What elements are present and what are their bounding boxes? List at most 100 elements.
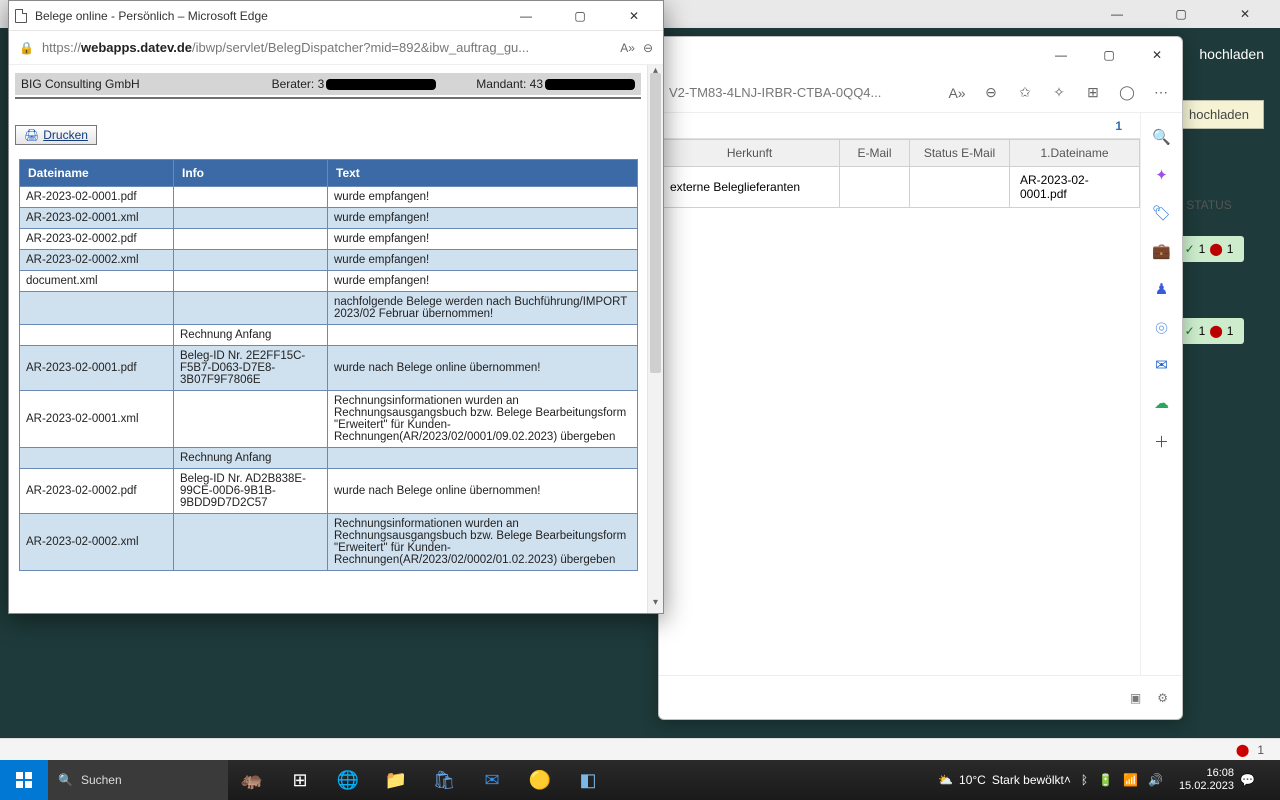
col-status-email[interactable]: Status E-Mail (910, 140, 1010, 167)
collections-icon[interactable]: ⊞ (1082, 84, 1104, 101)
edge2-sidebar: 🔍 ✦ 🏷 💼 ♟ ◎ ✉ ☁ ＋ (1140, 113, 1182, 675)
col-dateiname[interactable]: 1.Dateiname (1010, 140, 1140, 167)
cell (174, 250, 328, 271)
edge2-close-icon[interactable]: ✕ (1134, 39, 1180, 71)
bg-max-icon[interactable]: ▢ (1158, 0, 1204, 30)
edge2-content: 1 Herkunft E-Mail Status E-Mail 1.Datein… (659, 113, 1140, 675)
col-dateiname[interactable]: Dateiname (20, 160, 174, 187)
bg-hochladen-text: hochladen (1199, 46, 1264, 62)
cell (20, 325, 174, 346)
briefcase-icon[interactable]: 💼 (1152, 241, 1172, 261)
edge-icon[interactable]: 🌐 (324, 760, 372, 800)
settings-icon[interactable]: ⚙ (1157, 691, 1168, 705)
status-chip-1: ✓1 ⬤1 (1174, 236, 1244, 262)
col-info[interactable]: Info (174, 160, 328, 187)
taskbar-clock[interactable]: 16:08 15.02.2023 (1173, 767, 1240, 793)
bg-min-icon[interactable]: — (1094, 0, 1140, 30)
search-placeholder: Suchen (81, 773, 122, 787)
onedrive-icon[interactable]: ☁ (1152, 393, 1172, 413)
lock-icon[interactable]: 🔒 (19, 41, 34, 55)
cell (174, 271, 328, 292)
cell: AR-2023-02-0001.xml (20, 391, 174, 448)
panel-icon[interactable]: ▣ (1130, 691, 1141, 705)
games-icon[interactable]: ♟ (1152, 279, 1172, 299)
cell: Beleg-ID Nr. 2E2FF15C-F5B7-D063-D7E8-3B0… (174, 346, 328, 391)
clock-date: 15.02.2023 (1179, 780, 1234, 793)
cell (20, 292, 174, 325)
cell (174, 292, 328, 325)
profile-icon[interactable]: ◯ (1116, 84, 1138, 101)
sparkle-icon[interactable]: ✦ (1152, 165, 1172, 185)
popup-scrollbar[interactable]: ▴ ▾ (647, 65, 663, 613)
popup-close-icon[interactable]: ✕ (611, 0, 657, 32)
chevron-up-icon[interactable]: ˄ (1064, 773, 1071, 787)
cell: wurde empfangen! (328, 271, 638, 292)
hippo-icon[interactable]: 🦛 (228, 760, 276, 800)
more-icon[interactable]: ⋯ (1150, 84, 1172, 101)
battery-icon[interactable]: 🔋 (1098, 773, 1113, 787)
popup-title: Belege online - Persönlich – Microsoft E… (35, 9, 495, 23)
edge2-address-bar[interactable]: V2-TM83-4LNJ-IRBR-CTBA-0QQ4... A» ⊖ ✩ ✧ … (659, 73, 1182, 113)
explorer-icon[interactable]: 📁 (372, 760, 420, 800)
col-text[interactable]: Text (328, 160, 638, 187)
table-row: AR-2023-02-0001.pdfwurde empfangen! (20, 187, 638, 208)
edge2-min-icon[interactable]: — (1038, 39, 1084, 71)
taskbar-search[interactable]: 🔍 Suchen (48, 760, 228, 800)
popup-titlebar[interactable]: Belege online - Persönlich – Microsoft E… (9, 1, 663, 31)
page-icon (15, 9, 27, 23)
alert-icon[interactable]: ⬤ (1236, 743, 1249, 757)
edge2-titlebar: — ▢ ✕ (659, 37, 1182, 73)
weather-temp: 10°C (959, 773, 986, 787)
table-row: AR-2023-02-0001.xmlwurde empfangen! (20, 208, 638, 229)
zoom-out-icon[interactable]: ⊖ (980, 84, 1002, 101)
mail-icon[interactable]: ✉ (468, 760, 516, 800)
store-icon[interactable]: 🛍 (420, 760, 468, 800)
col-email[interactable]: E-Mail (840, 140, 910, 167)
weather-text: Stark bewölkt (992, 773, 1064, 787)
volume-icon[interactable]: 🔊 (1148, 773, 1163, 787)
mandant-label: Mandant: 43 (476, 77, 543, 91)
edge2-pager[interactable]: 1 (659, 113, 1140, 139)
system-tray[interactable]: ˄ ᛒ 🔋 📶 🔊 (1064, 773, 1173, 787)
cell: AR-2023-02-0002.xml (20, 514, 174, 571)
bg-close-icon[interactable]: ✕ (1222, 0, 1268, 30)
taskbar-weather[interactable]: ⛅ 10°C Stark bewölkt (938, 773, 1064, 787)
search-icon[interactable]: 🔍 (1152, 127, 1172, 147)
add-icon[interactable]: ＋ (1152, 431, 1172, 451)
app-icon[interactable]: ◧ (564, 760, 612, 800)
outlook-icon[interactable]: ✉ (1152, 355, 1172, 375)
zoom-icon[interactable]: ⊖ (643, 41, 653, 55)
cell: wurde nach Belege online übernommen! (328, 469, 638, 514)
error-icon: ⬤ (1209, 242, 1222, 256)
table-row: AR-2023-02-0001.pdfBeleg-ID Nr. 2E2FF15C… (20, 346, 638, 391)
task-view-icon[interactable]: ⊞ (276, 760, 324, 800)
scroll-down-icon[interactable]: ▾ (648, 597, 663, 613)
cell (174, 391, 328, 448)
table-row[interactable]: externe Beleglieferanten AR-2023-02-0001… (660, 167, 1140, 208)
chrome-icon[interactable]: 🟡 (516, 760, 564, 800)
favorites-add-icon[interactable]: ✧ (1048, 84, 1070, 101)
popup-max-icon[interactable]: ▢ (557, 0, 603, 32)
weather-icon: ⛅ (938, 773, 953, 787)
action-center-icon[interactable]: 💬 (1240, 773, 1280, 787)
print-button[interactable]: 🖨 Drucken (15, 125, 97, 145)
cell: Rechnungsinformationen wurden an Rechnun… (328, 391, 638, 448)
tag-icon[interactable]: 🏷 (1152, 203, 1172, 223)
read-aloud-icon[interactable]: A» (620, 41, 635, 55)
wifi-icon[interactable]: 📶 (1123, 773, 1138, 787)
table-row: AR-2023-02-0002.xmlRechnungsinformatione… (20, 514, 638, 571)
edge2-max-icon[interactable]: ▢ (1086, 39, 1132, 71)
popup-address-bar[interactable]: 🔒 https://webapps.datev.de/ibwp/servlet/… (9, 31, 663, 65)
col-herkunft[interactable]: Herkunft (660, 140, 840, 167)
popup-min-icon[interactable]: — (503, 0, 549, 32)
favorite-icon[interactable]: ✩ (1014, 84, 1036, 101)
start-button[interactable] (0, 760, 48, 800)
read-aloud-icon[interactable]: A» (946, 85, 968, 101)
office-icon[interactable]: ◎ (1152, 317, 1172, 337)
redacted (326, 79, 436, 90)
bluetooth-icon[interactable]: ᛒ (1081, 773, 1088, 787)
cell (174, 187, 328, 208)
hochladen-button[interactable]: hochladen (1174, 100, 1264, 129)
cell (328, 448, 638, 469)
scroll-thumb[interactable] (650, 73, 661, 373)
